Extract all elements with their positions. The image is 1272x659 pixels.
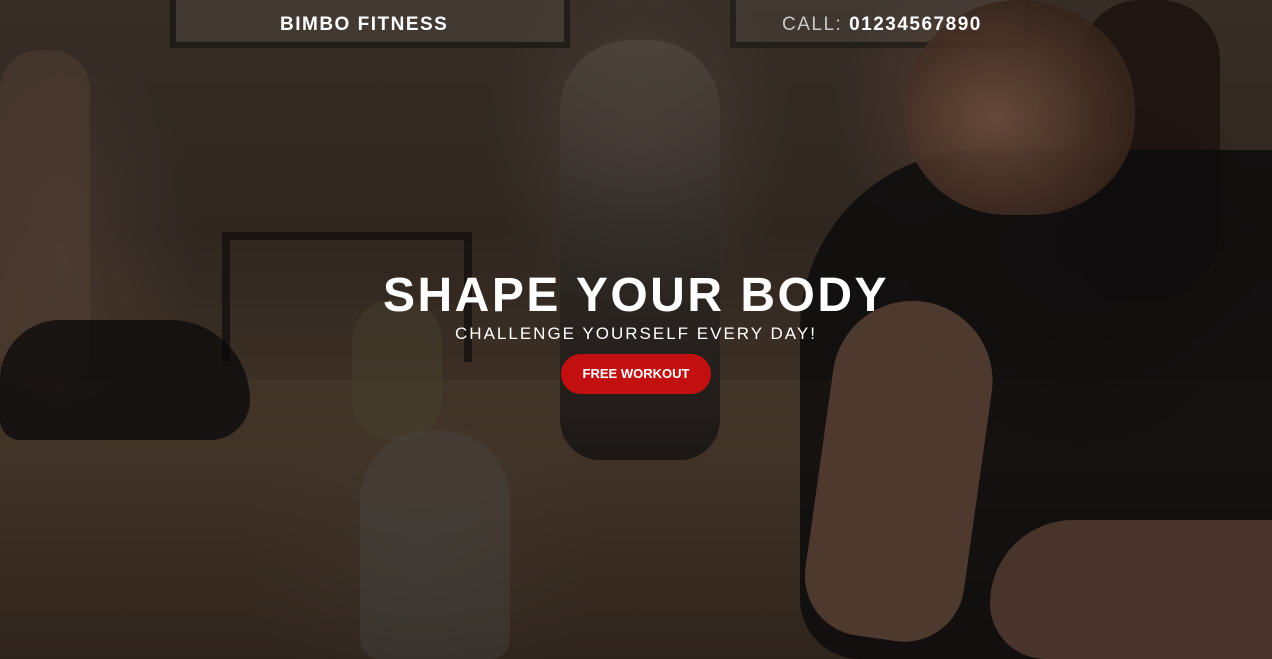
phone-contact[interactable]: CALL: 01234567890 [782,14,982,36]
brand-logo-link[interactable]: BIMBO FITNESS [280,14,448,36]
top-navbar: BIMBO FITNESS CALL: 01234567890 [0,0,1272,48]
hero-section: BIMBO FITNESS CALL: 01234567890 SHAPE YO… [0,0,1272,659]
free-workout-button[interactable]: FREE WORKOUT [561,354,711,394]
hero-headline: SHAPE YOUR BODY [382,269,890,322]
hero-content: SHAPE YOUR BODY CHALLENGE YOURSELF EVERY… [0,268,1272,394]
phone-number[interactable]: 01234567890 [849,14,982,35]
hero-subheadline: CHALLENGE YOURSELF EVERY DAY! [455,324,817,343]
phone-label: CALL: [782,14,843,35]
